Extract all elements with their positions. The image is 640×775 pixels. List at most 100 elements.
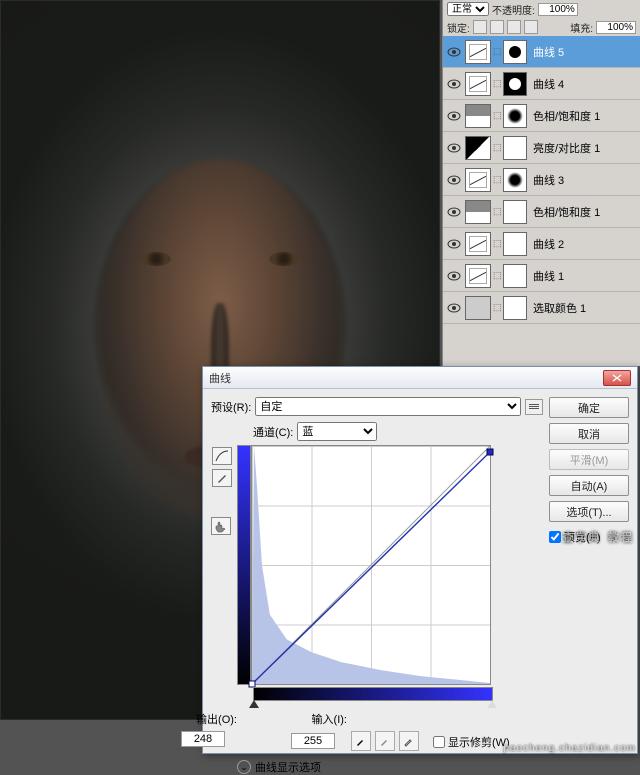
link-icon: ⬚	[493, 174, 501, 185]
layer-row[interactable]: ⬚ 曲线 3	[443, 164, 640, 196]
lock-label: 锁定:	[447, 20, 470, 35]
opacity-label: 不透明度:	[492, 2, 535, 17]
visibility-eye-icon[interactable]	[445, 139, 463, 157]
layer-mask-thumb[interactable]	[503, 200, 527, 224]
layer-row[interactable]: ⬚ 曲线 5	[443, 36, 640, 68]
output-value[interactable]: 248	[181, 731, 225, 747]
channel-label: 通道(C):	[253, 424, 293, 440]
watermark-url: jiaocheng.chazidian.com	[503, 743, 636, 754]
preset-select[interactable]: 自定	[255, 397, 521, 416]
layer-options-bar: 正常 不透明度: 100% 锁定: 填充: 100%	[442, 0, 640, 36]
layer-mask-thumb[interactable]	[503, 104, 527, 128]
chevron-down-icon: ⌄	[237, 760, 251, 774]
visibility-eye-icon[interactable]	[445, 203, 463, 221]
visibility-eye-icon[interactable]	[445, 171, 463, 189]
white-point-slider[interactable]	[487, 700, 497, 708]
adjustment-thumb[interactable]	[465, 136, 491, 160]
visibility-eye-icon[interactable]	[445, 299, 463, 317]
adjustment-thumb[interactable]	[465, 72, 491, 96]
layer-row[interactable]: ⬚曲线 1	[443, 260, 640, 292]
white-eyedropper[interactable]	[399, 731, 419, 751]
link-icon: ⬚	[493, 302, 501, 313]
layer-row[interactable]: ⬚ 色相/饱和度 1	[443, 100, 640, 132]
curves-dialog: 曲线 预设(R): 自定 通道(C): 蓝	[202, 366, 638, 754]
visibility-eye-icon[interactable]	[445, 267, 463, 285]
visibility-eye-icon[interactable]	[445, 107, 463, 125]
fill-value[interactable]: 100%	[596, 21, 636, 34]
show-clipping-checkbox[interactable]: 显示修剪(W)	[433, 734, 510, 750]
link-icon: ⬚	[493, 110, 501, 121]
layer-name[interactable]: 曲线 2	[529, 236, 638, 252]
adjustment-thumb[interactable]	[465, 296, 491, 320]
layers-panel: ⬚ 曲线 5 ⬚ 曲线 4 ⬚ 色相/饱和度 1 ⬚ 亮度/对比度 1 ⬚ 曲线 3 ⬚ 色相/饱和度…	[442, 36, 640, 366]
curve-point-white[interactable]	[487, 449, 494, 456]
watermark-text: 查字典 教程	[563, 528, 634, 546]
input-value[interactable]: 255	[291, 733, 335, 749]
layer-name[interactable]: 选取颜色 1	[529, 300, 638, 316]
layer-name[interactable]: 曲线 5	[529, 44, 638, 60]
layer-mask-thumb[interactable]	[503, 72, 527, 96]
lock-pixels-icon[interactable]	[490, 20, 504, 34]
layer-mask-thumb[interactable]	[503, 168, 527, 192]
layer-name[interactable]: 亮度/对比度 1	[529, 140, 638, 156]
curve-pencil-tool[interactable]	[212, 469, 232, 487]
adjustment-thumb[interactable]	[465, 40, 491, 64]
layer-row[interactable]: ⬚ 曲线 4	[443, 68, 640, 100]
layer-row[interactable]: ⬚ 色相/饱和度 1	[443, 196, 640, 228]
cancel-button[interactable]: 取消	[549, 423, 629, 444]
adjustment-thumb[interactable]	[465, 232, 491, 256]
channel-select[interactable]: 蓝	[297, 422, 377, 441]
layer-name[interactable]: 色相/饱和度 1	[529, 204, 638, 220]
dialog-title: 曲线	[209, 370, 231, 386]
auto-button[interactable]: 自动(A)	[549, 475, 629, 496]
layer-mask-thumb[interactable]	[503, 40, 527, 64]
preset-menu-icon[interactable]	[525, 399, 543, 415]
visibility-eye-icon[interactable]	[445, 75, 463, 93]
black-point-slider[interactable]	[249, 700, 259, 708]
curve-graph[interactable]	[251, 445, 491, 685]
layer-name[interactable]: 曲线 4	[529, 76, 638, 92]
visibility-eye-icon[interactable]	[445, 43, 463, 61]
adjustment-thumb[interactable]	[465, 104, 491, 128]
curve-point-tool[interactable]	[212, 447, 232, 465]
lock-position-icon[interactable]	[507, 20, 521, 34]
ok-button[interactable]: 确定	[549, 397, 629, 418]
adjustment-thumb[interactable]	[465, 168, 491, 192]
preset-label: 预设(R):	[211, 399, 251, 415]
fill-label: 填充:	[570, 20, 593, 35]
blend-mode-select[interactable]: 正常	[447, 2, 489, 16]
lock-transparent-icon[interactable]	[473, 20, 487, 34]
layer-row[interactable]: ⬚ 选取颜色 1	[443, 292, 640, 324]
black-eyedropper[interactable]	[351, 731, 371, 751]
curve-line	[252, 446, 490, 684]
options-button[interactable]: 选项(T)...	[549, 501, 629, 522]
input-gradient	[253, 687, 493, 701]
adjustment-thumb[interactable]	[465, 200, 491, 224]
layer-mask-thumb[interactable]	[503, 232, 527, 256]
layer-name[interactable]: 色相/饱和度 1	[529, 108, 638, 124]
layer-mask-thumb[interactable]	[503, 136, 527, 160]
curve-display-options-expander[interactable]: ⌄ 曲线显示选项	[237, 759, 510, 775]
layer-mask-thumb[interactable]	[503, 296, 527, 320]
link-icon: ⬚	[493, 206, 501, 217]
smooth-button: 平滑(M)	[549, 449, 629, 470]
link-icon: ⬚	[493, 46, 501, 57]
layer-name[interactable]: 曲线 3	[529, 172, 638, 188]
on-image-adjust-tool[interactable]	[211, 517, 231, 535]
dialog-titlebar[interactable]: 曲线	[203, 367, 637, 389]
link-icon: ⬚	[493, 142, 501, 153]
curve-graph-area: 输出(O): 248 输入(I): 255	[237, 445, 510, 775]
visibility-eye-icon[interactable]	[445, 235, 463, 253]
lock-all-icon[interactable]	[524, 20, 538, 34]
gray-eyedropper[interactable]	[375, 731, 395, 751]
layer-row[interactable]: ⬚ 亮度/对比度 1	[443, 132, 640, 164]
close-button[interactable]	[603, 370, 631, 386]
adjustment-thumb[interactable]	[465, 264, 491, 288]
layer-row[interactable]: ⬚曲线 2	[443, 228, 640, 260]
opacity-value[interactable]: 100%	[538, 3, 578, 16]
output-gradient	[237, 445, 251, 685]
input-label: 输入(I):	[291, 711, 347, 727]
layer-mask-thumb[interactable]	[503, 264, 527, 288]
link-icon: ⬚	[493, 78, 501, 89]
layer-name[interactable]: 曲线 1	[529, 268, 638, 284]
